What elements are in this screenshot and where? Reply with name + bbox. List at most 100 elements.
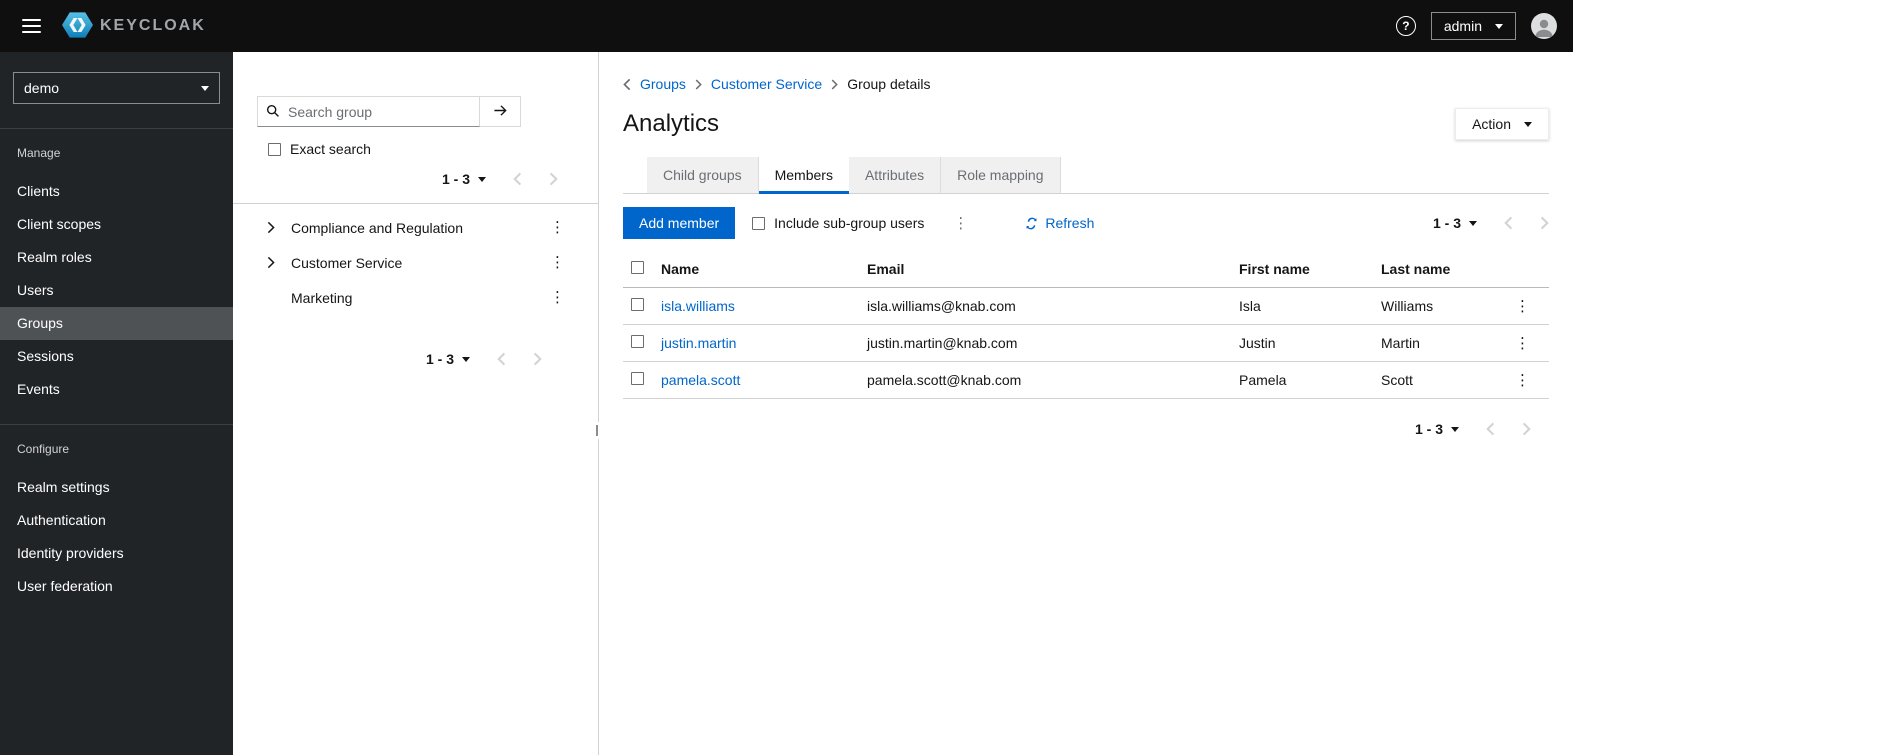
angle-left-icon (513, 172, 522, 186)
include-subgroups-label: Include sub-group users (774, 215, 925, 231)
kebab-menu-icon[interactable]: ⋮ (948, 216, 973, 231)
next-page-button[interactable] (533, 352, 542, 366)
sidebar-item-realm-settings[interactable]: Realm settings (0, 471, 233, 504)
angle-right-icon (549, 172, 558, 186)
previous-page-button[interactable] (513, 172, 522, 186)
kebab-menu-icon[interactable]: ⋮ (545, 290, 570, 305)
next-page-button[interactable] (1540, 216, 1549, 230)
arrow-right-icon (493, 103, 508, 121)
sidebar-item-realm-roles[interactable]: Realm roles (0, 241, 233, 274)
checkbox[interactable] (752, 216, 766, 230)
action-dropdown-button[interactable]: Action (1455, 108, 1549, 140)
person-icon (1535, 19, 1553, 37)
kebab-menu-icon[interactable]: ⋮ (1510, 335, 1535, 352)
sidebar-item-groups[interactable]: Groups (0, 307, 233, 340)
chevron-down-icon (478, 177, 486, 186)
select-all-checkbox[interactable] (631, 261, 644, 274)
tab-child-groups[interactable]: Child groups (647, 157, 759, 193)
pagination-menu-toggle[interactable] (1469, 216, 1477, 230)
expand-chevron-icon[interactable] (267, 256, 283, 269)
angle-left-icon (1504, 216, 1513, 230)
search-submit-button[interactable] (480, 96, 521, 127)
member-name-link[interactable]: pamela.scott (661, 372, 740, 388)
kebab-menu-icon[interactable]: ⋮ (1510, 372, 1535, 389)
user-menu[interactable]: admin (1430, 12, 1516, 40)
group-details-page: Groups Customer Service Group details An… (599, 52, 1573, 755)
table-row: isla.williams isla.williams@knab.com Isl… (623, 287, 1549, 325)
column-header-first-name: First name (1231, 251, 1373, 288)
help-icon[interactable]: ? (1395, 16, 1416, 36)
angle-right-icon (1522, 422, 1531, 436)
next-page-button[interactable] (1522, 422, 1531, 436)
sidebar-item-users[interactable]: Users (0, 274, 233, 307)
kebab-menu-icon[interactable]: ⋮ (545, 255, 570, 270)
back-chevron-icon[interactable] (623, 78, 631, 91)
pagination-menu-toggle[interactable] (478, 172, 486, 186)
chevron-right-icon (831, 79, 838, 90)
chevron-right-icon (695, 79, 702, 90)
row-checkbox[interactable] (631, 298, 644, 311)
keycloak-logo: KEYCLOAK (62, 11, 206, 42)
checkbox[interactable] (268, 142, 281, 156)
next-page-button[interactable] (549, 172, 558, 186)
chevron-down-icon (462, 357, 470, 366)
sidebar-item-identity-providers[interactable]: Identity providers (0, 537, 233, 570)
include-subgroups-checkbox[interactable]: Include sub-group users (752, 215, 924, 231)
member-first-name: Justin (1231, 324, 1373, 362)
breadcrumb-link-groups[interactable]: Groups (640, 76, 686, 92)
refresh-icon (1026, 217, 1037, 229)
sidebar-item-authentication[interactable]: Authentication (0, 504, 233, 537)
previous-page-button[interactable] (1504, 216, 1513, 230)
member-name-link[interactable]: isla.williams (661, 298, 735, 314)
sidebar-item-client-scopes[interactable]: Client scopes (0, 208, 233, 241)
search-icon (266, 104, 280, 121)
tree-item-compliance-and-regulation: Compliance and Regulation ⋮ (233, 210, 598, 245)
tab-role-mapping[interactable]: Role mapping (941, 157, 1061, 193)
masthead: KEYCLOAK ? admin (0, 0, 1573, 52)
groups-tree: Compliance and Regulation ⋮ Customer Ser… (233, 210, 598, 315)
realm-selector[interactable]: demo (13, 72, 220, 104)
tab-attributes[interactable]: Attributes (848, 157, 942, 193)
pagination-range: 1 - 3 (425, 351, 454, 367)
row-checkbox[interactable] (631, 372, 644, 385)
expand-chevron-icon[interactable] (267, 221, 283, 234)
previous-page-button[interactable] (1486, 422, 1495, 436)
nav-section-manage: Manage Clients Client scopes Realm roles… (0, 129, 233, 406)
group-label[interactable]: Compliance and Regulation (291, 220, 545, 236)
kebab-menu-icon[interactable]: ⋮ (1510, 298, 1535, 315)
pagination-menu-toggle[interactable] (1451, 422, 1459, 436)
previous-page-button[interactable] (497, 352, 506, 366)
sidebar-item-user-federation[interactable]: User federation (0, 570, 233, 603)
sidebar-item-clients[interactable]: Clients (0, 175, 233, 208)
pagination-menu-toggle[interactable] (462, 352, 470, 366)
row-checkbox[interactable] (631, 335, 644, 348)
table-row: justin.martin justin.martin@knab.com Jus… (623, 324, 1549, 362)
group-label[interactable]: Marketing (291, 290, 545, 306)
pagination-range: 1 - 3 (441, 171, 470, 187)
member-last-name: Scott (1373, 361, 1501, 399)
sidebar-item-events[interactable]: Events (0, 373, 233, 406)
tab-members[interactable]: Members (758, 157, 850, 194)
search-group-input[interactable] (257, 96, 480, 127)
tree-item-customer-service: Customer Service ⋮ (233, 245, 598, 280)
group-label[interactable]: Customer Service (291, 255, 545, 271)
angle-right-icon (1540, 216, 1549, 230)
member-email: pamela.scott@knab.com (859, 361, 1231, 399)
members-pagination-top: 1 - 3 (1433, 215, 1549, 231)
breadcrumb-link-customer-service[interactable]: Customer Service (711, 76, 822, 92)
nav-toggle-icon[interactable] (22, 19, 41, 33)
chevron-down-icon (1451, 427, 1459, 436)
column-header-email: Email (859, 251, 1231, 288)
avatar[interactable] (1531, 13, 1557, 39)
member-email: isla.williams@knab.com (859, 287, 1231, 325)
add-member-button[interactable]: Add member (623, 207, 736, 239)
sidebar-item-sessions[interactable]: Sessions (0, 340, 233, 373)
user-menu-label: admin (1443, 18, 1482, 34)
kebab-menu-icon[interactable]: ⋮ (545, 220, 570, 235)
member-name-link[interactable]: justin.martin (661, 335, 736, 351)
refresh-button[interactable]: Refresh (1025, 215, 1094, 231)
breadcrumb: Groups Customer Service Group details (623, 76, 1549, 92)
exact-search-checkbox[interactable]: Exact search (268, 141, 574, 157)
exact-search-label: Exact search (290, 141, 371, 157)
member-last-name: Williams (1373, 287, 1501, 325)
